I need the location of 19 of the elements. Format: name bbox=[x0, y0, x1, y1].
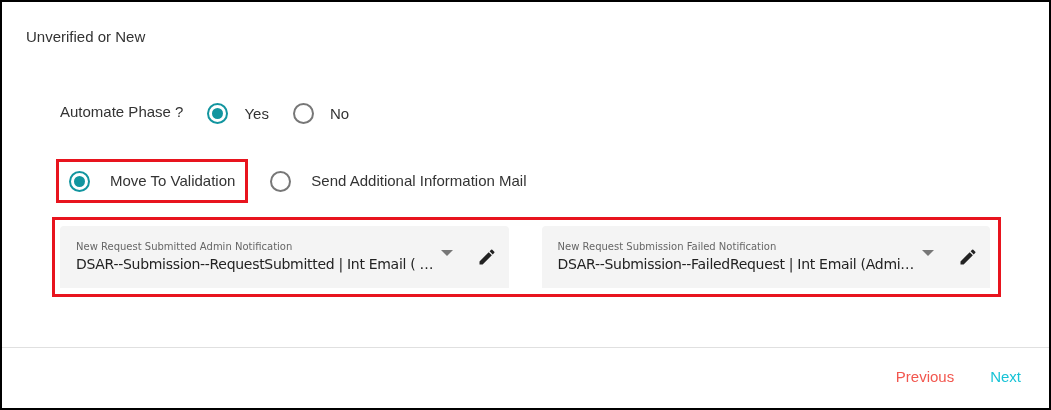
radio-icon bbox=[69, 170, 90, 192]
dropdown-caret-icon bbox=[922, 250, 934, 256]
radio-icon bbox=[292, 103, 314, 125]
section-title: Unverified or New bbox=[26, 27, 147, 47]
automate-label: Automate Phase ? bbox=[60, 101, 184, 122]
field-label: New Request Submitted Admin Notification bbox=[76, 240, 294, 254]
select-field[interactable]: New Request Submission Failed Notification DSAR--Submission--FailedRequest | Int Email (Admi… bbox=[541, 226, 990, 288]
field-label: New Request Submission Failed Notification bbox=[557, 240, 778, 254]
radio-icon bbox=[207, 103, 229, 125]
radio-icon bbox=[270, 170, 292, 192]
dropdown-caret-icon bbox=[440, 250, 453, 256]
radio-option[interactable]: Yes bbox=[207, 102, 269, 125]
radio-option[interactable]: No bbox=[292, 102, 350, 125]
select-field[interactable]: New Request Submitted Admin Notification DSAR--Submission--RequestSubmitted | Int Email ( … bbox=[60, 226, 509, 288]
radio-option[interactable]: Send Additional Information Mail bbox=[270, 169, 527, 193]
field-value: DSAR--Submission--FailedRequest | Int Email (Admi… bbox=[557, 255, 914, 275]
field-value: DSAR--Submission--RequestSubmitted | Int Email ( … bbox=[76, 255, 434, 275]
edit-pencil-icon[interactable] bbox=[958, 247, 978, 267]
radio-option[interactable]: Move To Validation bbox=[69, 169, 236, 193]
